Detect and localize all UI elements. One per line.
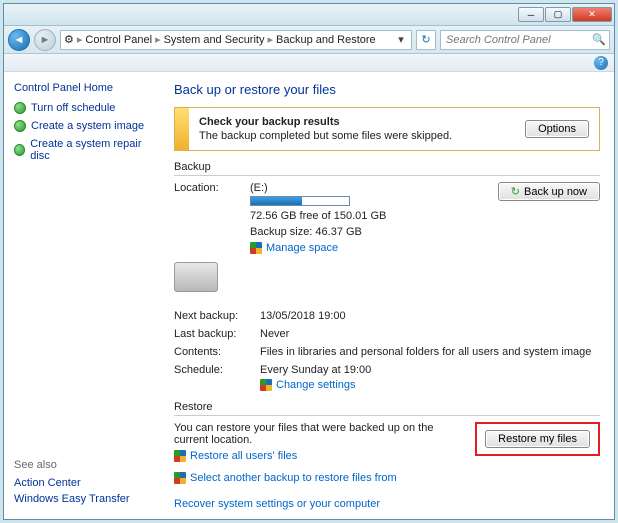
refresh-button[interactable]: ↻ <box>416 30 436 50</box>
sidebar-link-turn-off-schedule[interactable]: Turn off schedule <box>14 102 154 114</box>
next-backup-value: 13/05/2018 19:00 <box>260 310 600 322</box>
check-results-msg: The backup completed but some files were… <box>199 130 452 142</box>
last-backup-value: Never <box>260 328 600 340</box>
disk-usage-bar <box>250 196 350 206</box>
change-settings-link[interactable]: Change settings <box>276 379 356 391</box>
forward-button[interactable]: ► <box>34 29 56 51</box>
titlebar: ─ ▢ ✕ <box>4 4 614 26</box>
toolbar-strip: ? <box>4 54 614 72</box>
schedule-cell: Every Sunday at 19:00 Change settings <box>260 364 600 391</box>
breadcrumb-dropdown[interactable]: ▾ <box>394 33 408 46</box>
close-button[interactable]: ✕ <box>572 7 612 22</box>
restore-all-users-link[interactable]: Restore all users' files <box>190 450 297 462</box>
drive-icon <box>174 262 218 292</box>
back-button[interactable]: ◄ <box>8 29 30 51</box>
backup-section: Backup Location: (E:) 72.56 GB free of 1… <box>174 161 600 391</box>
location-value: (E:) <box>250 182 492 194</box>
backup-size-text: Backup size: 46.37 GB <box>250 226 492 238</box>
options-button[interactable]: Options <box>525 120 589 138</box>
last-backup-label: Last backup: <box>174 328 254 340</box>
restore-callout: Restore my files <box>475 422 600 456</box>
free-space-text: 72.56 GB free of 150.01 GB <box>250 210 492 222</box>
schedule-value: Every Sunday at 19:00 <box>260 364 600 376</box>
schedule-label: Schedule: <box>174 364 254 391</box>
location-cell: (E:) 72.56 GB free of 150.01 GB Backup s… <box>250 182 492 254</box>
select-another-backup-link[interactable]: Select another backup to restore files f… <box>190 472 397 484</box>
shield-icon <box>174 472 186 484</box>
recover-system-link[interactable]: Recover system settings or your computer <box>174 498 467 510</box>
shield-icon <box>250 242 262 254</box>
restore-heading: Restore <box>174 401 600 416</box>
backup-now-icon: ↻ <box>511 185 520 198</box>
task-icon <box>14 102 26 114</box>
back-up-now-button[interactable]: ↻ Back up now <box>498 182 600 201</box>
main-panel: Back up or restore your files Check your… <box>164 72 614 519</box>
window: ─ ▢ ✕ ◄ ► ⚙ ▸ Control Panel ▸ System and… <box>3 3 615 520</box>
search-input[interactable] <box>444 33 584 47</box>
warning-stripe <box>175 108 189 150</box>
crumb-backup-restore[interactable]: Backup and Restore <box>276 34 376 46</box>
task-icon <box>14 120 26 132</box>
see-also-easy-transfer[interactable]: Windows Easy Transfer <box>14 493 154 505</box>
manage-space-link[interactable]: Manage space <box>266 242 338 254</box>
location-icon: ⚙ <box>64 33 74 46</box>
crumb-control-panel[interactable]: Control Panel <box>85 34 152 46</box>
maximize-button[interactable]: ▢ <box>545 7 571 22</box>
restore-text: You can restore your files that were bac… <box>174 422 467 446</box>
breadcrumb[interactable]: ⚙ ▸ Control Panel ▸ System and Security … <box>60 30 412 50</box>
restore-my-files-button[interactable]: Restore my files <box>485 430 590 448</box>
next-backup-label: Next backup: <box>174 310 254 322</box>
shield-icon <box>174 450 186 462</box>
search-box[interactable]: 🔍 <box>440 30 610 50</box>
location-label: Location: <box>174 182 244 194</box>
task-icon <box>14 144 25 156</box>
sidebar-link-create-system-image[interactable]: Create a system image <box>14 120 154 132</box>
backup-heading: Backup <box>174 161 600 176</box>
navbar: ◄ ► ⚙ ▸ Control Panel ▸ System and Secur… <box>4 26 614 54</box>
check-results-title: Check your backup results <box>199 116 340 128</box>
sidebar-link-create-repair-disc[interactable]: Create a system repair disc <box>14 138 154 162</box>
see-also-action-center[interactable]: Action Center <box>14 477 154 489</box>
crumb-system-security[interactable]: System and Security <box>164 34 265 46</box>
content: Control Panel Home Turn off schedule Cre… <box>4 72 614 519</box>
restore-section: Restore You can restore your files that … <box>174 401 600 510</box>
shield-icon <box>260 379 272 391</box>
search-icon[interactable]: 🔍 <box>592 33 606 46</box>
backup-now-cell: ↻ Back up now <box>498 182 600 201</box>
contents-value: Files in libraries and personal folders … <box>260 346 600 358</box>
see-also-heading: See also <box>14 459 154 471</box>
minimize-button[interactable]: ─ <box>518 7 544 22</box>
page-title: Back up or restore your files <box>174 82 600 97</box>
contents-label: Contents: <box>174 346 254 358</box>
sidebar-home[interactable]: Control Panel Home <box>14 82 154 94</box>
check-results-box: Check your backup results The backup com… <box>174 107 600 151</box>
help-icon[interactable]: ? <box>594 56 608 70</box>
sidebar: Control Panel Home Turn off schedule Cre… <box>4 72 164 519</box>
see-also: See also Action Center Windows Easy Tran… <box>14 459 154 509</box>
